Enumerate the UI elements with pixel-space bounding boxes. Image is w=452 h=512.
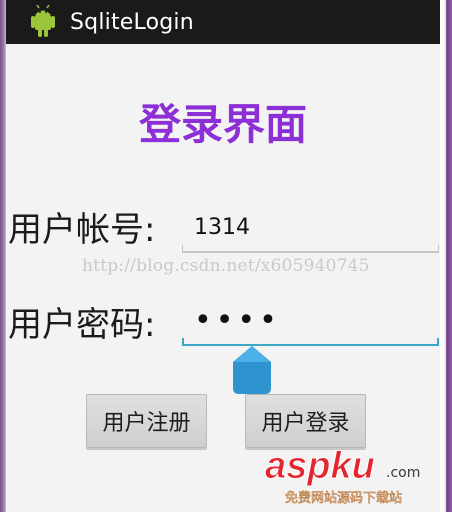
register-button[interactable]: 用户注册: [86, 394, 207, 448]
brand-main-text: aspku: [265, 446, 375, 487]
right-edge: [440, 0, 452, 512]
android-icon: [28, 5, 58, 39]
app-title: SqliteLogin: [70, 9, 194, 35]
username-label: 用户帐号:: [8, 210, 156, 250]
password-field[interactable]: ••••: [182, 299, 439, 347]
app-window: SqliteLogin 登录界面 用户帐号: 1314 http://blog.…: [6, 0, 440, 512]
content-area: 登录界面 用户帐号: 1314 http://blog.csdn.net/x60…: [6, 44, 440, 512]
username-underline: [182, 245, 439, 253]
username-value: 1314: [194, 215, 250, 240]
text-cursor-handle-icon[interactable]: [231, 346, 273, 394]
login-button[interactable]: 用户登录: [245, 394, 366, 448]
watermark-url: http://blog.csdn.net/x605940745: [82, 256, 370, 276]
password-underline: [182, 338, 439, 346]
title-bar: SqliteLogin: [6, 0, 440, 44]
page-title: 登录界面: [138, 100, 307, 149]
brand-sub-text: .com: [386, 465, 420, 481]
password-value: ••••: [194, 303, 281, 338]
aspku-watermark-logo: aspku .com 免费网站源码下载站: [260, 446, 434, 506]
password-label: 用户密码:: [8, 305, 156, 345]
brand-caption: 免费网站源码下载站: [285, 491, 402, 506]
username-field[interactable]: 1314: [182, 206, 439, 254]
